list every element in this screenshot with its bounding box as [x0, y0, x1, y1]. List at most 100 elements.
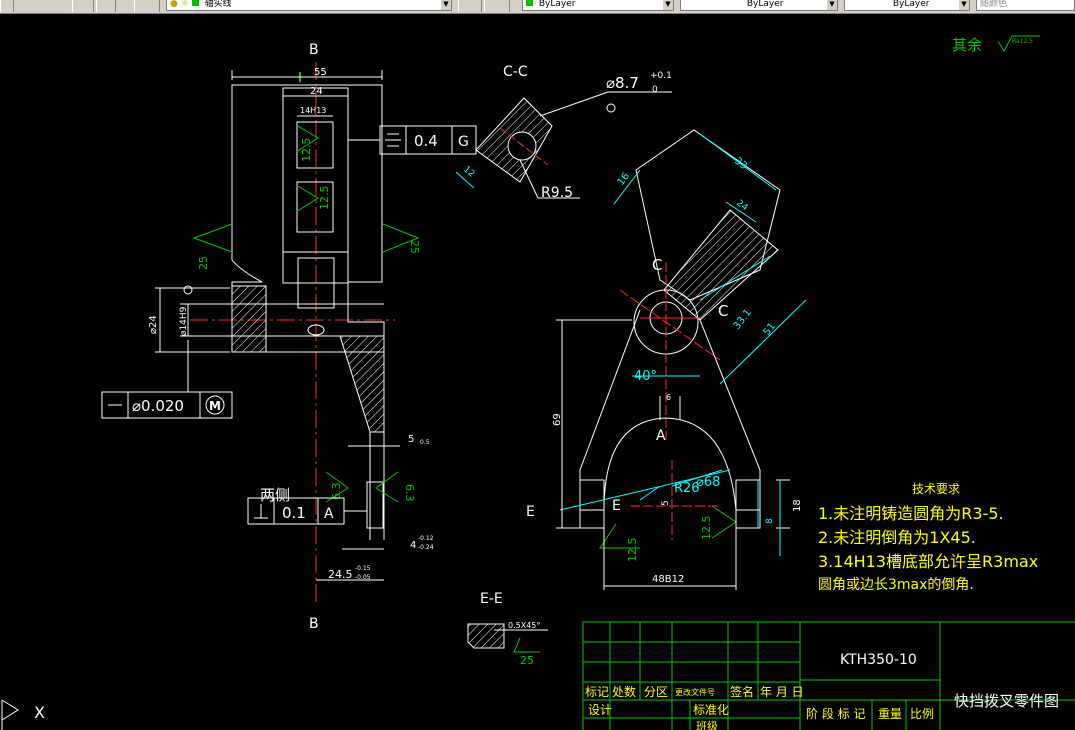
rough-25-left: 25 [197, 256, 210, 270]
layer-dropdown-arrow[interactable] [0, 0, 14, 12]
tb-weight-label: 重量 [878, 707, 902, 721]
plotstyle-name: 随颜色 [980, 0, 1008, 9]
layer-prev-icon[interactable] [96, 0, 116, 12]
symmetry-tol-datum: G [458, 134, 469, 150]
tech-line-2: 2.未注明倒角为1X45. [818, 528, 976, 547]
rough-12.5-b: 12.5 [318, 186, 331, 211]
finish-note-label: 其余 [952, 36, 982, 54]
dim-5b: 5 [661, 500, 671, 506]
tech-line-4: 圆角或边长3max的倒角. [818, 577, 974, 593]
section-c2: C [718, 302, 728, 320]
dim-4-lower: -0.24 [418, 544, 434, 551]
linetype-select[interactable]: ByLayer ▼ [680, 0, 838, 11]
perpendicularity-icon [254, 504, 268, 519]
dim-4: 4 [410, 540, 416, 551]
dim-24.5-upper: -0.15 [355, 565, 371, 572]
dim-4-upper: -0.12 [418, 535, 434, 542]
layer-name: 轴实线 [204, 0, 232, 9]
technical-requirements: 技术要求 1.未注明铸造圆角为R3-5. 2.未注明倒角为1X45. 3.14H… [818, 482, 1038, 593]
color-name: ByLayer [538, 0, 576, 9]
rough-6.3-b: 6.3 [403, 484, 416, 502]
perp-tol-datum: A [324, 506, 334, 522]
symmetry-tol-value: 0.4 [414, 132, 438, 150]
tb-col-count: 处数 [612, 684, 636, 699]
rough-6.3-a: 6.3 [330, 483, 343, 501]
section-e2: E [612, 498, 621, 514]
dim-69: 69 [552, 413, 563, 426]
front-view: B B 55 24 14H13 12.5 12.5 25 25 6.3 6.3 … [101, 42, 737, 653]
layer-previous-icon[interactable] [484, 0, 510, 12]
tech-line-1: 1.未注明铸造圆角为R3-5. [818, 504, 1004, 523]
dim-phi24: ⌀24 [148, 315, 159, 334]
tech-title: 技术要求 [912, 482, 960, 496]
rough-25-right: 25 [408, 240, 421, 254]
rough-25-ee: 25 [520, 654, 534, 667]
chevron-down-icon: ▼ [959, 0, 969, 10]
layer-state-icon[interactable] [72, 0, 94, 12]
tech-line-3: 3.14H13槽底部允许呈R3max [818, 552, 1038, 571]
dim-51: 51 [762, 321, 778, 338]
tb-col-signature: 签名 [730, 684, 754, 699]
chevron-down-icon: ▼ [441, 0, 451, 10]
rough-12.5-d: 12.5 [700, 516, 713, 541]
hole-phi8.7-lower: 0 [652, 85, 658, 95]
ucs-icon: X [1, 699, 45, 730]
hole-phi8.7-upper: +0.1 [650, 71, 672, 81]
dim-33.1: 33.1 [732, 307, 754, 331]
color-swatch-icon [526, 0, 533, 6]
title-block: KTH350-10 快挡拨叉零件图 标记 处数 分区 更改文件号 签名 年 月 … [582, 621, 1075, 730]
drawing-canvas[interactable]: 其余 Ra12.5 B B 55 24 14H13 12.5 12.5 25 2… [0, 14, 1075, 730]
tb-standard-label: 标准化 [693, 703, 729, 717]
part-code: KTH350-10 [840, 652, 917, 668]
rough-12.5-c: 12.5 [626, 538, 639, 563]
sun-icon: ☼ [180, 0, 189, 9]
section-ee: E-E 0.5X45° 25 [467, 591, 548, 667]
lightbulb-icon: ● [170, 0, 178, 9]
section-b-bottom-label: B [309, 616, 319, 632]
section-cc-title: C-C [503, 64, 528, 80]
make-current-icon[interactable] [458, 0, 482, 12]
tb-partial-label: 班级 [696, 720, 718, 730]
ucs-x-label: X [34, 703, 45, 722]
lineweight-name: ByLayer [892, 0, 930, 9]
dim-48b12: 48B12 [652, 574, 684, 585]
dim-5-tol: 0.5 [420, 439, 430, 446]
part-name: 快挡拨叉零件图 [954, 692, 1059, 710]
perp-tol-value: 0.1 [282, 504, 306, 522]
dim-r9.5: R9.5 [541, 185, 573, 201]
ee-chamfer: 0.5X45° [508, 621, 540, 630]
layer-select[interactable]: ● ☼ 轴实线 ▼ [166, 0, 452, 11]
chevron-down-icon: ▼ [827, 0, 837, 10]
dim-24.5: 24.5 [328, 568, 353, 581]
tb-col-date: 年 月 日 [760, 685, 804, 699]
dim-14h13: 14H13 [300, 106, 326, 115]
dim-5: 5 [408, 434, 414, 445]
section-a: A [656, 428, 666, 444]
section-c1: C [652, 256, 662, 274]
finish-note-value: Ra12.5 [1012, 38, 1033, 45]
liangce-label: 两侧 [260, 486, 290, 504]
tb-design-label: 设计 [588, 703, 612, 717]
section-b-top-label: B [309, 42, 319, 58]
plotstyle-select[interactable]: 随颜色 [976, 0, 1075, 11]
dim-6: 6 [666, 393, 671, 402]
mmc-modifier: M [209, 399, 221, 413]
dim-40deg: 40° [634, 369, 657, 384]
lineweight-select[interactable]: ByLayer ▼ [844, 0, 970, 11]
tb-col-mark: 标记 [585, 685, 609, 699]
color-select[interactable]: ByLayer ▼ [522, 0, 674, 11]
linetype-name: ByLayer [746, 0, 784, 9]
dim-8: 8 [765, 518, 775, 524]
position-tol-value: ⌀0.020 [132, 397, 184, 415]
dim-phi14h9: ⌀14H9 [179, 306, 189, 336]
rough-12.5-a: 12.5 [300, 138, 313, 163]
layer-color-icon [191, 0, 199, 6]
section-e1: E [526, 504, 535, 520]
section-ee-title: E-E [480, 591, 503, 607]
dim-24.5-lower: -0.05 [355, 574, 371, 581]
dim-phi68: ⌀68 [696, 475, 720, 490]
dim-18: 18 [792, 499, 803, 512]
dim-12: 12 [461, 165, 476, 180]
layers-manager-icon[interactable] [134, 0, 160, 12]
chevron-down-icon: ▼ [663, 0, 673, 10]
